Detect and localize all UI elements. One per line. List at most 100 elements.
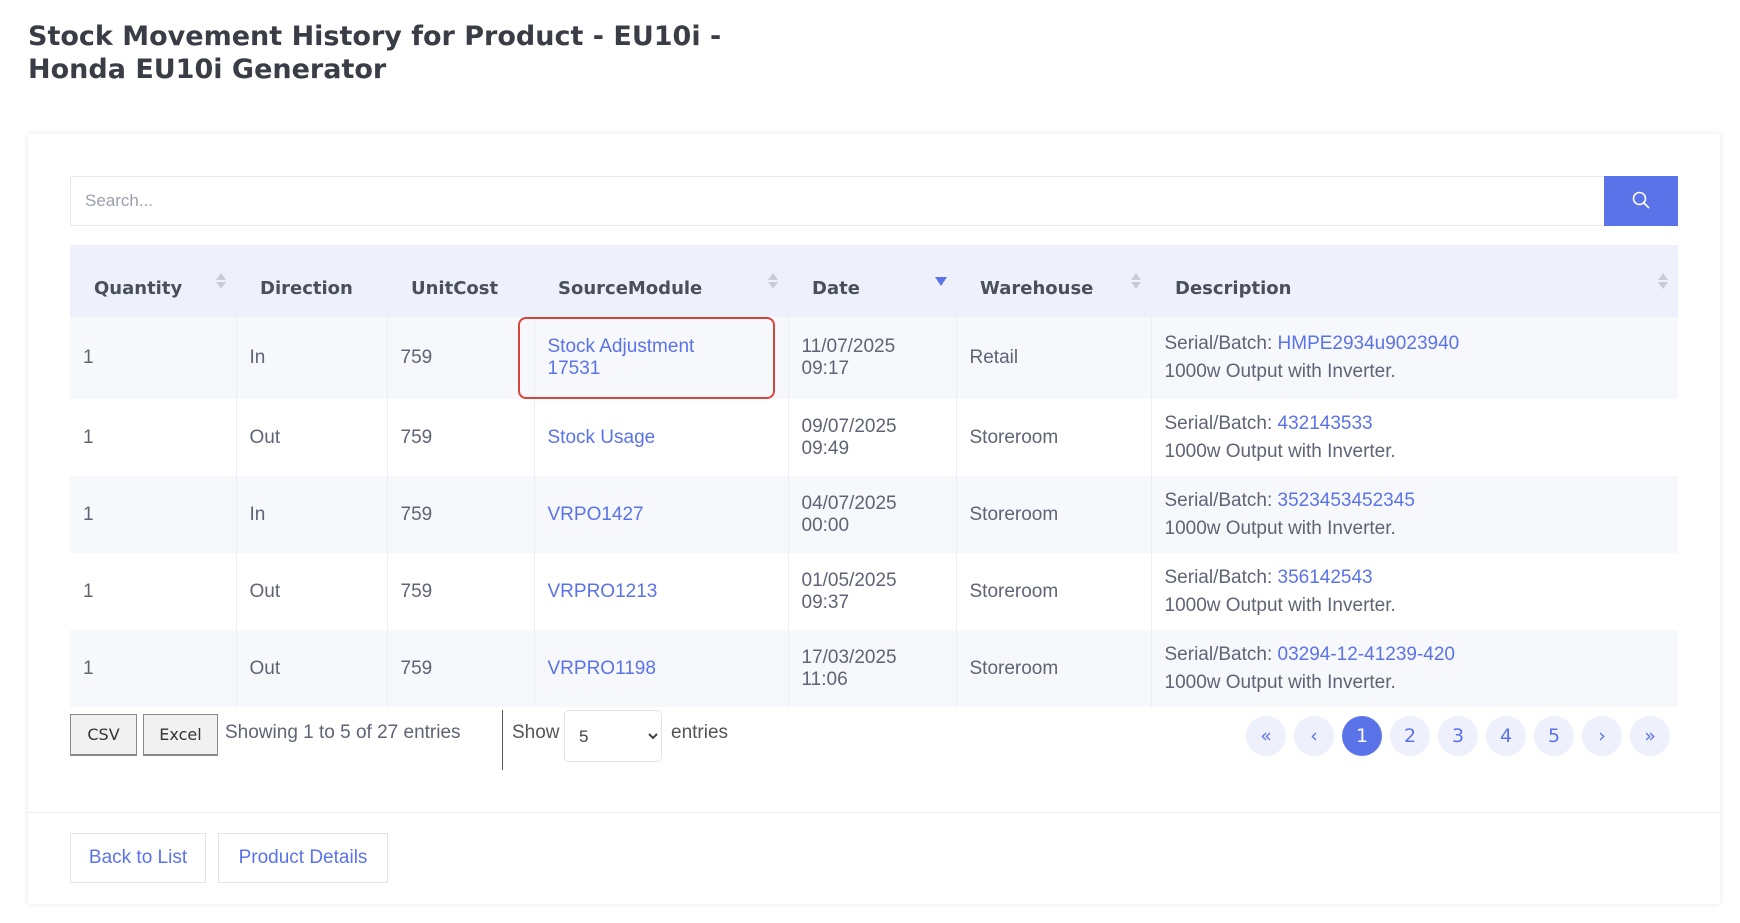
movement-table: Quantity Direction UnitCost SourceModule…: [70, 245, 1678, 707]
table-row: 1 In 759 VRPO1427 04/07/2025 00:00 Store…: [70, 476, 1678, 553]
excel-export-button[interactable]: Excel: [143, 714, 218, 756]
entries-label: entries: [671, 722, 729, 743]
direction-cell: In: [236, 476, 388, 553]
quantity-cell: 1: [70, 399, 237, 476]
page-button-2[interactable]: 2: [1390, 716, 1430, 756]
table-row: 1 In 759 Stock Adjustment 17531 11/07/20…: [70, 317, 1678, 399]
serial-link[interactable]: 3523453452345: [1278, 490, 1415, 511]
search-bar: [70, 176, 1678, 226]
warehouse-cell: Storeroom: [956, 476, 1152, 553]
search-input[interactable]: [70, 176, 1604, 226]
table-row: 1 Out 759 VRPRO1198 17/03/2025 11:06 Sto…: [70, 630, 1678, 707]
sort-desc-icon: [935, 271, 947, 291]
toolbar-divider: [502, 710, 503, 770]
last-page-button[interactable]: »: [1630, 716, 1670, 756]
next-page-button[interactable]: ›: [1582, 716, 1622, 756]
quantity-cell: 1: [70, 317, 237, 399]
description-text: 1000w Output with Inverter.: [1164, 361, 1396, 382]
source-module-link[interactable]: Stock Usage: [548, 427, 656, 448]
table-row: 1 Out 759 VRPRO1213 01/05/2025 09:37 Sto…: [70, 553, 1678, 630]
warehouse-cell: Storeroom: [956, 553, 1152, 630]
source-module-link[interactable]: Stock Adjustment 17531: [548, 336, 695, 379]
search-icon: [1631, 190, 1651, 213]
serial-label: Serial/Batch:: [1164, 333, 1273, 354]
date-cell: 11/07/2025 09:17: [788, 317, 957, 399]
table-toolbar: CSV Excel Showing 1 to 5 of 27 entries S…: [70, 710, 1678, 774]
highlight-box: Stock Adjustment 17531: [517, 317, 775, 399]
direction-cell: Out: [236, 630, 388, 707]
source-module-cell: VRPRO1213: [534, 553, 789, 630]
source-module-link[interactable]: VRPRO1198: [548, 658, 656, 679]
serial-link[interactable]: 356142543: [1278, 567, 1373, 588]
table-row: 1 Out 759 Stock Usage 09/07/2025 09:49 S…: [70, 399, 1678, 476]
page-button-1[interactable]: 1: [1342, 716, 1382, 756]
serial-label: Serial/Batch:: [1164, 489, 1273, 511]
source-module-cell: Stock Usage: [534, 399, 789, 476]
sort-icon: [1658, 271, 1668, 291]
description-text: 1000w Output with Inverter.: [1164, 594, 1396, 616]
column-header-sourcemodule[interactable]: SourceModule: [534, 245, 788, 317]
source-module-cell: Stock Adjustment 17531: [517, 317, 789, 399]
description-cell: Serial/Batch: 3523453452345 1000w Output…: [1151, 476, 1678, 553]
description-cell: Serial/Batch: HMPE2934u9023940 1000w Out…: [1151, 317, 1678, 399]
serial-link[interactable]: HMPE2934u9023940: [1278, 333, 1460, 354]
product-details-button[interactable]: Product Details: [218, 833, 388, 883]
pagination: « ‹ 1 2 3 4 5 › »: [1246, 716, 1670, 756]
column-header-direction: Direction: [236, 245, 387, 317]
date-cell: 17/03/2025 11:06: [788, 630, 957, 707]
date-cell: 01/05/2025 09:37: [788, 553, 957, 630]
serial-link[interactable]: 432143533: [1278, 413, 1373, 434]
source-module-link[interactable]: VRPRO1213: [548, 581, 658, 602]
column-header-description[interactable]: Description: [1151, 245, 1678, 317]
unit-cost-cell: 759: [387, 476, 535, 553]
sort-icon: [216, 271, 226, 291]
first-page-button[interactable]: «: [1246, 716, 1286, 756]
date-cell: 04/07/2025 00:00: [788, 476, 957, 553]
warehouse-cell: Storeroom: [956, 630, 1152, 707]
serial-link[interactable]: 03294-12-41239-420: [1278, 644, 1456, 665]
column-header-warehouse[interactable]: Warehouse: [956, 245, 1151, 317]
description-cell: Serial/Batch: 03294-12-41239-420 1000w O…: [1151, 630, 1678, 707]
page-button-4[interactable]: 4: [1486, 716, 1526, 756]
source-module-cell: VRPO1427: [534, 476, 789, 553]
page-button-5[interactable]: 5: [1534, 716, 1574, 756]
previous-page-button[interactable]: ‹: [1294, 716, 1334, 756]
card-footer: Back to List Product Details: [28, 812, 1720, 905]
page-size-select[interactable]: 5: [564, 710, 662, 762]
description-text: 1000w Output with Inverter.: [1164, 671, 1396, 693]
source-module-link[interactable]: VRPO1427: [548, 504, 644, 525]
quantity-cell: 1: [70, 476, 237, 553]
search-button[interactable]: [1604, 176, 1678, 226]
unit-cost-cell: 759: [387, 399, 535, 476]
description-cell: Serial/Batch: 356142543 1000w Output wit…: [1151, 553, 1678, 630]
unit-cost-cell: 759: [387, 630, 535, 707]
table-header-row: Quantity Direction UnitCost SourceModule…: [70, 245, 1678, 317]
movement-card: Quantity Direction UnitCost SourceModule…: [28, 134, 1720, 904]
csv-export-button[interactable]: CSV: [70, 714, 137, 756]
page-button-3[interactable]: 3: [1438, 716, 1478, 756]
warehouse-cell: Storeroom: [956, 399, 1152, 476]
entries-info: Showing 1 to 5 of 27 entries: [225, 722, 461, 743]
sort-icon: [768, 271, 778, 291]
sort-icon: [1131, 271, 1141, 291]
serial-label: Serial/Batch:: [1164, 643, 1273, 665]
unit-cost-cell: 759: [387, 317, 535, 399]
column-header-date[interactable]: Date: [788, 245, 956, 317]
date-cell: 09/07/2025 09:49: [788, 399, 957, 476]
description-text: 1000w Output with Inverter.: [1164, 440, 1396, 462]
column-header-unitcost: UnitCost: [387, 245, 534, 317]
direction-cell: Out: [236, 399, 388, 476]
serial-label: Serial/Batch:: [1164, 566, 1273, 588]
source-module-cell: VRPRO1198: [534, 630, 789, 707]
column-header-quantity[interactable]: Quantity: [70, 245, 236, 317]
show-label: Show: [512, 722, 560, 743]
direction-cell: In: [236, 317, 388, 399]
serial-label: Serial/Batch:: [1164, 412, 1273, 434]
back-to-list-button[interactable]: Back to List: [70, 833, 206, 883]
description-cell: Serial/Batch: 432143533 1000w Output wit…: [1151, 399, 1678, 476]
direction-cell: Out: [236, 553, 388, 630]
quantity-cell: 1: [70, 630, 237, 707]
unit-cost-cell: 759: [387, 553, 535, 630]
quantity-cell: 1: [70, 553, 237, 630]
description-text: 1000w Output with Inverter.: [1164, 517, 1396, 539]
